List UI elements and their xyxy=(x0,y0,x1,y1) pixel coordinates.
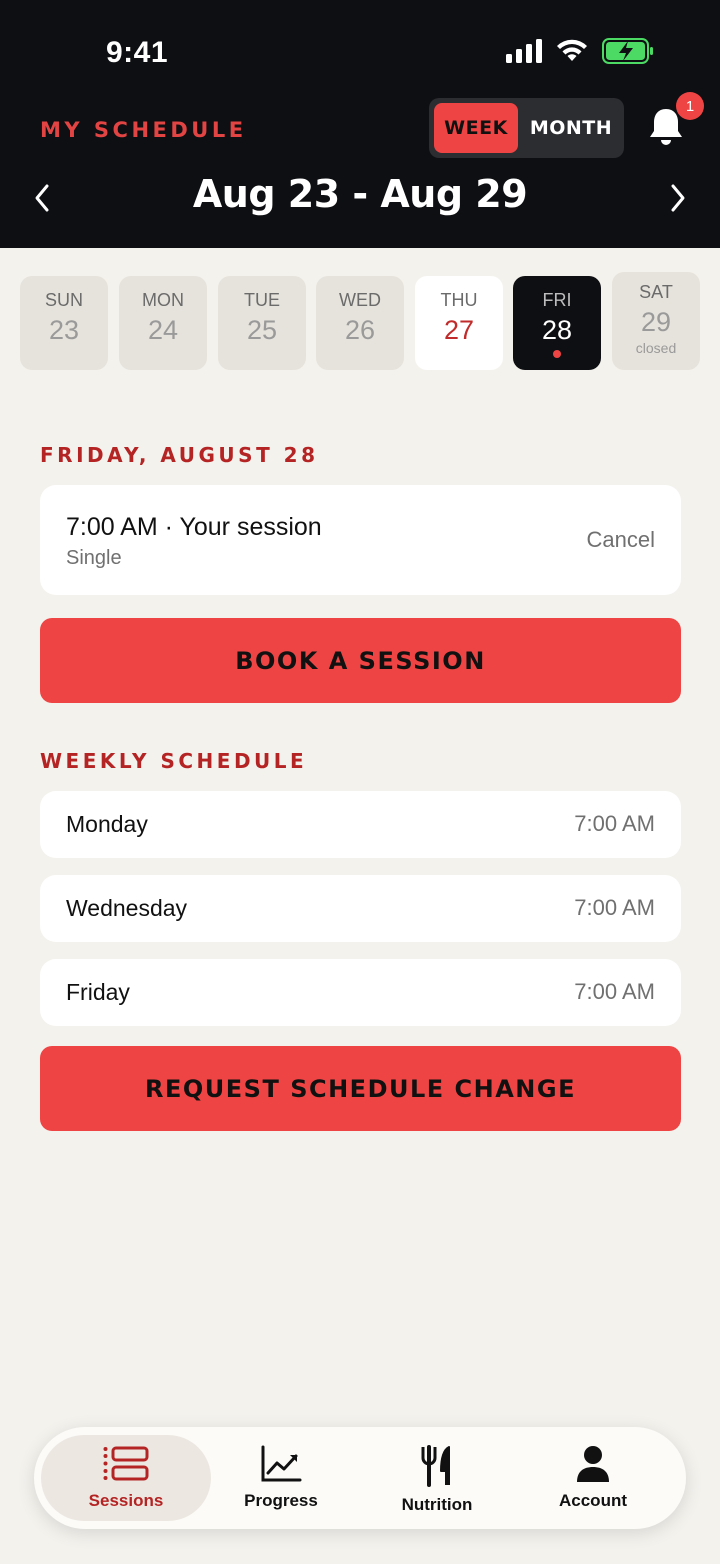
person-icon xyxy=(577,1446,609,1482)
day-date: 24 xyxy=(147,315,179,345)
wifi-icon xyxy=(557,39,587,61)
page-title: MY SCHEDULE xyxy=(40,118,247,142)
day-cell[interactable]: WED 26 xyxy=(316,276,404,370)
tab-label: Nutrition xyxy=(401,1495,473,1514)
weekly-schedule-label: WEEKLY SCHEDULE xyxy=(40,749,308,773)
status-icons xyxy=(506,38,654,64)
fork-knife-icon xyxy=(421,1445,450,1487)
closed-label: closed xyxy=(635,340,677,356)
date-range: Aug 23 - Aug 29 xyxy=(192,172,528,216)
weekly-row-time: 7:00 AM xyxy=(574,811,655,836)
weekly-row: Wednesday 7:00 AM xyxy=(40,875,681,942)
progress-chart-icon xyxy=(261,1445,302,1482)
day-date: 26 xyxy=(344,315,376,345)
chevron-right-icon[interactable] xyxy=(666,182,690,214)
tab-bar: Sessions Progress Nutrition Account xyxy=(34,1427,686,1529)
tab-label: Progress xyxy=(244,1491,318,1510)
signal-icon xyxy=(506,39,542,63)
notification-badge: 1 xyxy=(676,92,704,120)
day-name: SAT xyxy=(639,282,673,302)
session-title: 7:00 AM · Your session xyxy=(66,513,322,541)
tab-label: Account xyxy=(559,1491,627,1510)
day-cell[interactable]: SUN 23 xyxy=(20,276,108,370)
session-dot xyxy=(553,350,561,358)
book-session-button[interactable]: BOOK A SESSION xyxy=(40,618,681,703)
day-name: MON xyxy=(142,290,184,310)
day-name: SUN xyxy=(44,290,83,310)
weekly-row-time: 7:00 AM xyxy=(574,979,655,1004)
day-cell-closed: SAT 29 closed xyxy=(612,272,700,370)
request-schedule-change-button[interactable]: REQUEST SCHEDULE CHANGE xyxy=(40,1046,681,1131)
day-date: 28 xyxy=(541,315,573,345)
tab-progress[interactable]: Progress xyxy=(196,1435,366,1521)
cancel-session-button[interactable]: Cancel xyxy=(587,527,655,553)
weekly-row-day: Friday xyxy=(66,979,130,1005)
tab-label: Sessions xyxy=(88,1491,164,1510)
day-name: FRI xyxy=(542,290,572,310)
day-cell[interactable]: MON 24 xyxy=(119,276,207,370)
selected-day-label: FRIDAY, AUGUST 28 xyxy=(40,443,319,467)
day-date: 29 xyxy=(640,307,672,337)
day-cell-selected[interactable]: FRI 28 xyxy=(513,276,601,370)
battery-charging-icon xyxy=(602,38,653,64)
header: 9:41 MY SCHEDULE WEEK MONTH 1 Aug 23 - A… xyxy=(0,0,720,248)
day-name: WED xyxy=(339,290,381,310)
weekly-row-time: 7:00 AM xyxy=(574,895,655,920)
week-toggle-button[interactable]: WEEK xyxy=(434,103,518,153)
day-date: 25 xyxy=(246,315,278,345)
day-cell-today[interactable]: THU 27 xyxy=(415,276,503,370)
view-toggle: WEEK MONTH xyxy=(429,98,624,158)
day-cell[interactable]: TUE 25 xyxy=(218,276,306,370)
tab-nutrition[interactable]: Nutrition xyxy=(352,1435,522,1521)
weekly-row-day: Wednesday xyxy=(66,895,188,921)
session-card: 7:00 AM · Your session Single Cancel xyxy=(40,485,681,595)
tab-sessions[interactable]: Sessions xyxy=(41,1435,211,1521)
day-name: TUE xyxy=(244,290,280,310)
sessions-icon xyxy=(103,1446,149,1481)
day-date: 23 xyxy=(48,315,80,345)
day-date: 27 xyxy=(443,315,475,345)
day-name: THU xyxy=(440,290,478,310)
tab-account[interactable]: Account xyxy=(508,1435,678,1521)
session-type: Single xyxy=(66,547,122,569)
weekly-row-day: Monday xyxy=(66,811,148,837)
status-time: 9:41 xyxy=(106,36,169,69)
weekly-row: Friday 7:00 AM xyxy=(40,959,681,1026)
month-toggle-button[interactable]: MONTH xyxy=(523,103,619,153)
weekly-row: Monday 7:00 AM xyxy=(40,791,681,858)
